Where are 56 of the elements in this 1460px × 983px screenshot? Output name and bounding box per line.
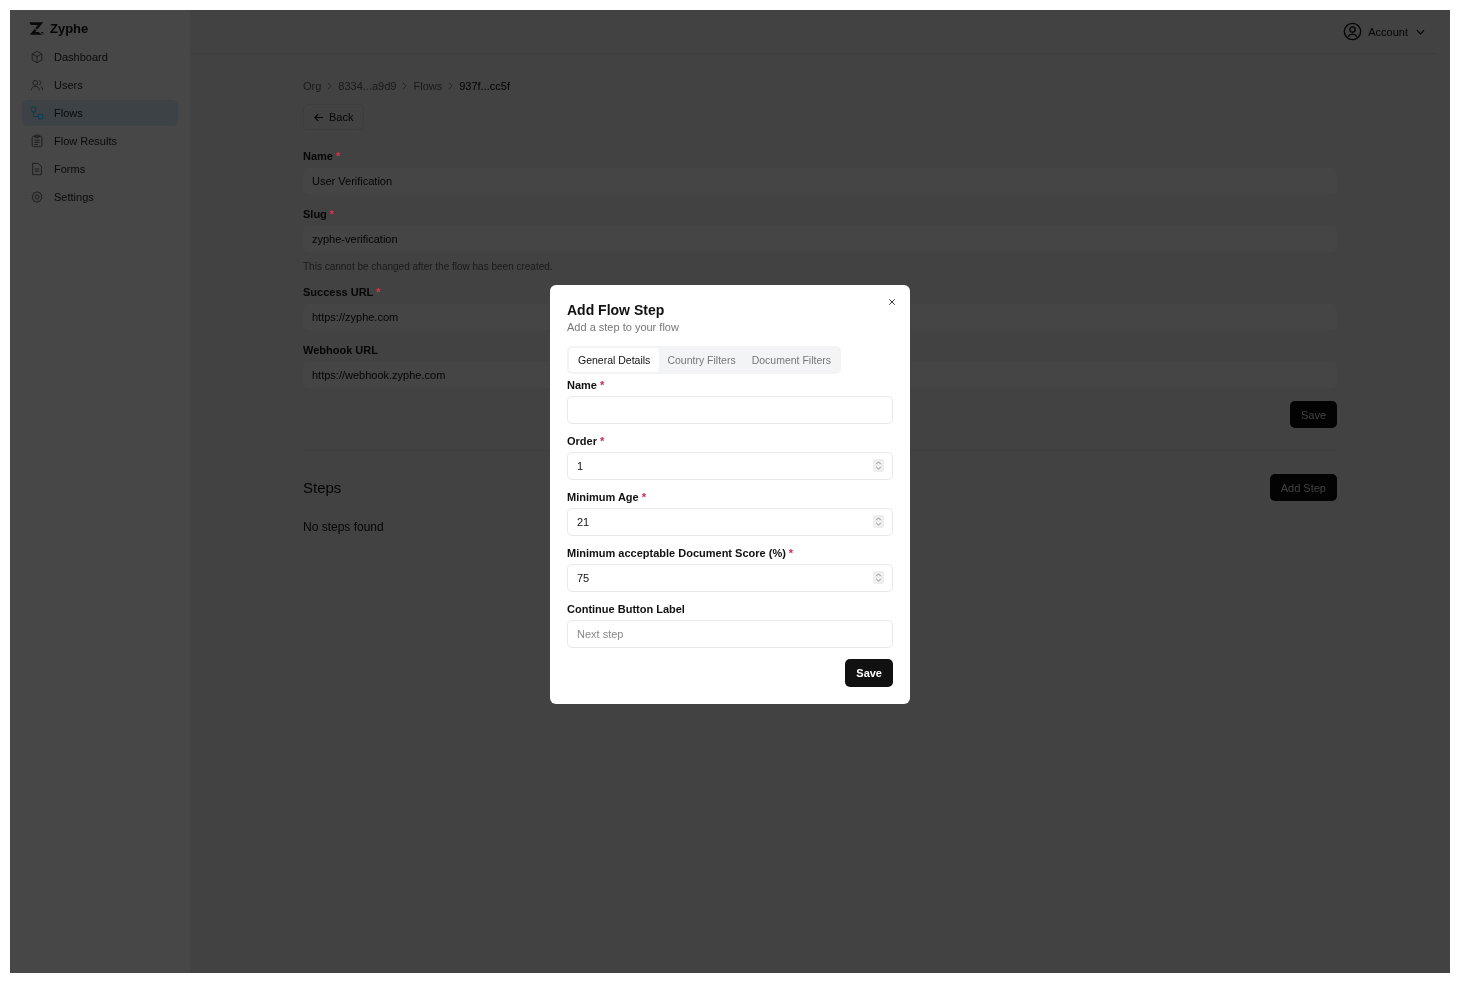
brand-name: Zyphe <box>50 20 89 36</box>
field-label: Success URL <box>303 286 374 298</box>
required-asterisk: * <box>599 435 605 447</box>
account-menu[interactable]: Account <box>1343 22 1425 41</box>
field-label: Minimum Age <box>567 491 639 503</box>
field-label: Name <box>303 150 333 162</box>
required-asterisk: * <box>599 379 605 391</box>
sidebar-item[interactable]: Settings <box>22 184 178 210</box>
tab[interactable]: Document Filters <box>743 348 839 372</box>
required-asterisk: * <box>376 286 381 298</box>
user-circle-icon <box>1343 22 1363 41</box>
field-label: Slug <box>303 208 327 220</box>
close-icon[interactable] <box>888 298 896 306</box>
save-button[interactable]: Save <box>1289 401 1337 428</box>
settings-icon <box>30 190 44 204</box>
cube-icon <box>30 50 44 64</box>
section-title: Steps <box>303 479 342 496</box>
spinner-icon[interactable] <box>873 515 884 528</box>
document-icon <box>30 162 44 176</box>
required-asterisk: * <box>329 208 335 220</box>
field-label: Name <box>567 379 597 391</box>
required-asterisk: * <box>788 547 794 559</box>
dialog-subtitle: Add a step to your flow <box>567 321 680 333</box>
empty-message: No steps found <box>303 520 384 534</box>
flow-icon <box>30 106 44 120</box>
back-button[interactable]: Back <box>303 104 365 130</box>
number-field[interactable]: 75 <box>567 564 893 592</box>
sidebar-item[interactable]: Forms <box>22 156 178 182</box>
number-field[interactable]: 21 <box>567 508 893 536</box>
field-label: Order <box>567 435 597 447</box>
tab[interactable]: General Details <box>569 348 660 372</box>
logo-icon <box>28 20 46 36</box>
spinner-icon[interactable] <box>873 459 884 472</box>
chevron-right-icon <box>327 82 333 90</box>
sidebar-item[interactable]: Flows <box>22 100 178 126</box>
number-field[interactable]: 1 <box>567 452 893 480</box>
chevron-down-icon <box>1416 28 1425 35</box>
tab[interactable]: Country Filters <box>659 348 744 372</box>
required-asterisk: * <box>641 491 646 503</box>
save-button[interactable]: Save <box>845 659 893 687</box>
field-label: Webhook URL <box>303 344 378 356</box>
add-step-button[interactable]: Add Step <box>1269 474 1337 501</box>
sidebar-item[interactable]: Users <box>22 72 178 98</box>
text-field[interactable]: Next step <box>567 620 893 648</box>
sidebar-item[interactable]: Dashboard <box>22 44 178 70</box>
arrow-left-icon <box>314 112 324 122</box>
required-asterisk: * <box>335 150 341 162</box>
dialog-title: Add Flow Step <box>567 302 666 318</box>
field-label: Continue Button Label <box>567 603 685 615</box>
clipboard-icon <box>30 134 44 148</box>
sidebar-item[interactable]: Flow Results <box>22 128 178 154</box>
users-icon <box>30 78 44 92</box>
chevron-right-icon <box>402 82 408 90</box>
chevron-right-icon <box>448 82 454 90</box>
field-label: Minimum acceptable Document Score (%) <box>567 547 786 559</box>
spinner-icon[interactable] <box>873 571 884 584</box>
